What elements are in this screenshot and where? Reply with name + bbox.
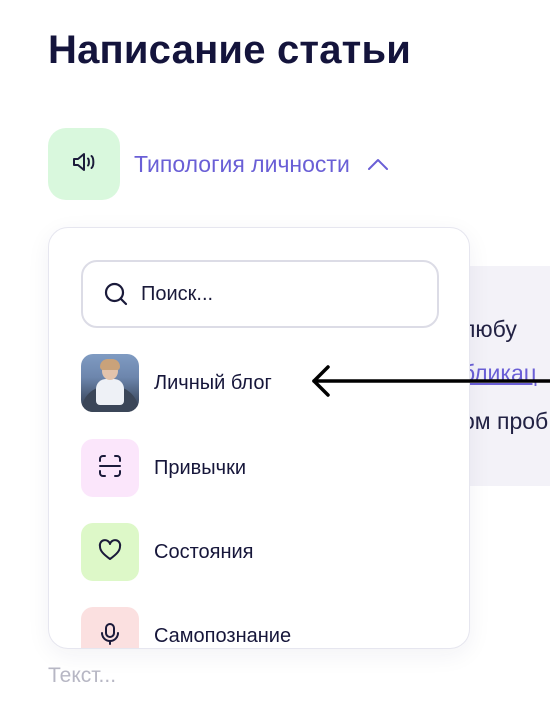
menu-item-self-knowledge[interactable]: Самопознание <box>81 607 441 649</box>
menu-item-label: Состояния <box>154 540 254 563</box>
arrow-left-icon <box>308 360 550 402</box>
background-text-line: любу <box>462 316 517 342</box>
states-icon-box <box>81 523 139 581</box>
menu-item-label: Самопознание <box>154 624 292 647</box>
menu-item-habits[interactable]: Привычки <box>81 439 441 497</box>
menu-item-label: Личный блог <box>154 371 272 394</box>
search-box[interactable] <box>81 260 439 328</box>
search-icon <box>103 281 129 307</box>
text-body-placeholder[interactable]: Текст... <box>48 664 116 688</box>
self-knowledge-icon-box <box>81 607 139 649</box>
menu-item-label: Привычки <box>154 456 247 479</box>
page-title: Написание статьи <box>48 28 412 72</box>
chevron-up-icon[interactable] <box>366 152 390 176</box>
background-text-line: ом проб <box>462 408 549 434</box>
speaker-icon <box>69 147 99 182</box>
category-icon-box[interactable] <box>48 128 120 200</box>
avatar <box>81 354 139 412</box>
category-label[interactable]: Типология личности <box>134 151 350 178</box>
search-input[interactable] <box>141 282 411 306</box>
category-selector[interactable]: Типология личности <box>48 128 390 200</box>
microphone-icon <box>97 621 123 649</box>
scan-icon <box>97 453 123 484</box>
category-dropdown: Личный блог Привычки Состоян <box>48 227 470 649</box>
habits-icon-box <box>81 439 139 497</box>
heart-icon <box>97 537 123 568</box>
menu-item-states[interactable]: Состояния <box>81 523 441 581</box>
